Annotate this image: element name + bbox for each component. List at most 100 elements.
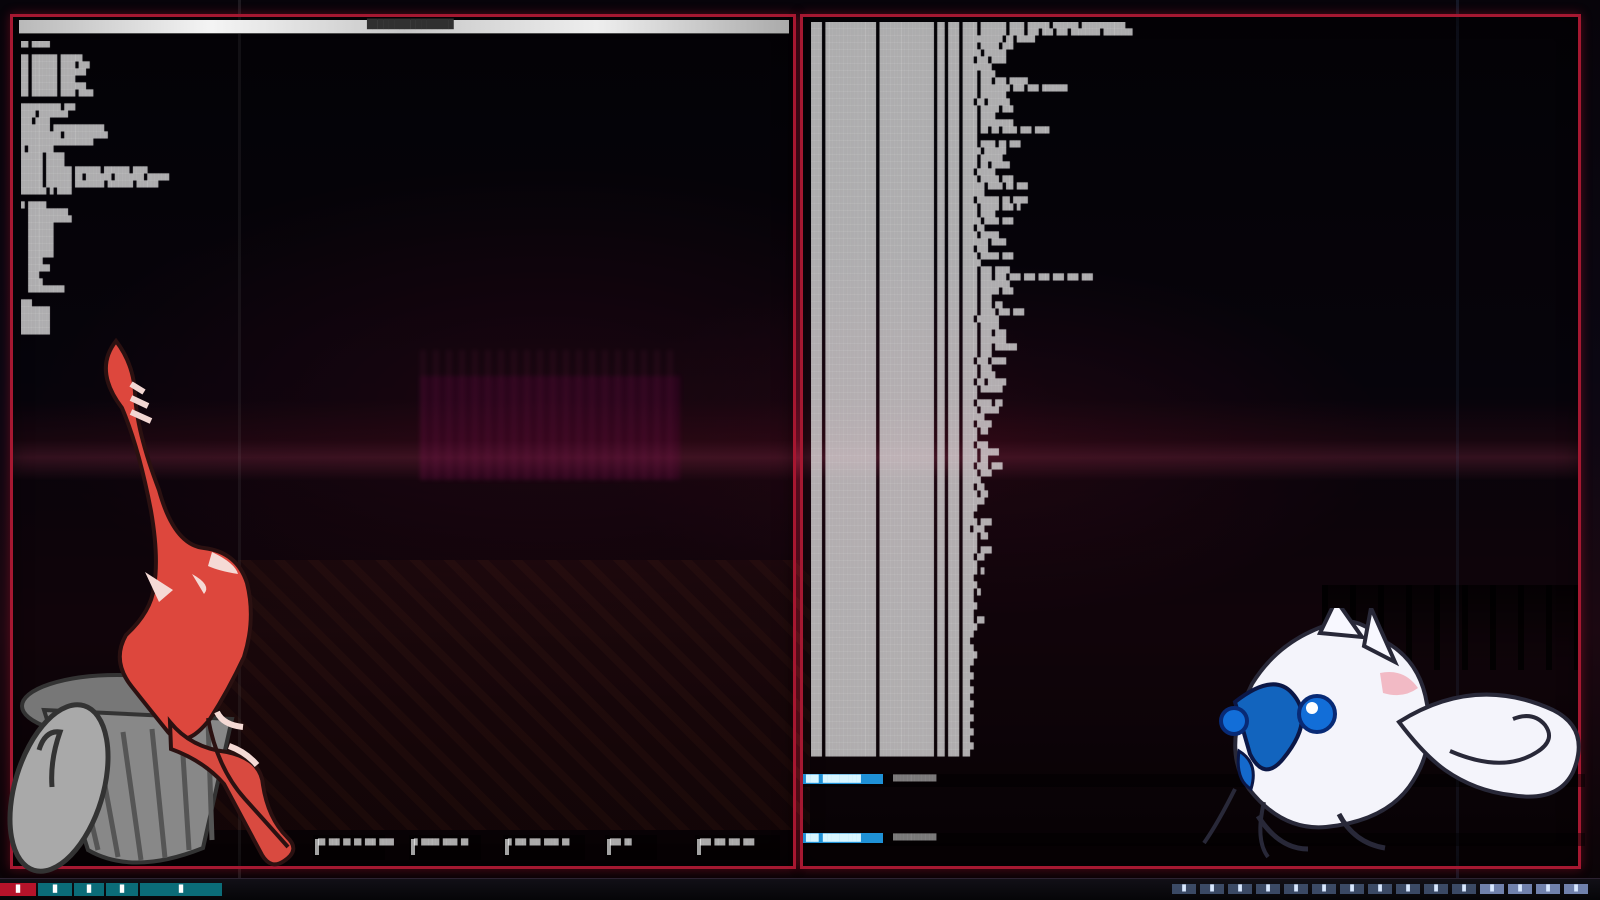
right-terminal-line: ███ ██████████████ ███████████████ ██ ██… [811,113,996,120]
left-terminal-line: ███████ [21,223,54,230]
system-monitor-widget: ███ ███ ███ ███ [695,835,780,860]
left-terminal-line: ████████ [21,321,50,328]
workspace-tab[interactable]: █ [140,883,222,896]
left-terminal-line: ██ ███████ ██████ [21,55,83,62]
right-terminal-line: ███ ██████████████ ███████████████ ██ ██… [811,470,992,477]
tray-icon[interactable]: █ [1396,884,1420,894]
left-terminal-line: ██████ ███████ ████████ ███████ ██████ [21,181,159,188]
right-terminal-line: ███ ██████████████ ███████████████ ██ ██… [811,673,974,680]
right-terminal-line: ███ ██████████████ ███████████████ ██ ██… [811,442,989,449]
bottom-taskbar: █ █ █ █ █ █ █ █ █ █ █ █ █ █ █ █ █ █ █ █ [0,878,1600,900]
left-terminal-line [21,195,791,202]
right-terminal-line: ███ ██████████████ ███████████████ ██ ██… [811,400,1003,407]
right-terminal-line: ███ ██████████████ ███████████████ ██ ██… [811,85,1068,92]
tray-icon[interactable]: █ [1284,884,1308,894]
right-terminal-line: ███ ██████████████ ███████████████ ██ ██… [811,288,1014,295]
right-terminal-line: ███ ██████████████ ███████████████ ██ ██… [811,106,1014,113]
right-terminal-line: ███ ██████████████ ███████████████ ██ ██… [811,666,970,673]
workspace-tab[interactable]: █ [106,883,138,896]
left-terminal-line: ██████ ███████ ██ ███████ ████████ █████… [21,174,170,181]
left-terminal-line: ███ ████ [21,118,50,125]
left-terminal-line: ███████ [21,230,54,237]
right-terminal-line: ███ ██████████████ ███████████████ ██ ██… [811,519,992,526]
system-monitor-widget: ██ ███ ██ ██ ███ ████ [313,835,394,860]
right-terminal-line: ███ ██████████████ ███████████████ ██ ██… [811,631,974,638]
right-terminal-line: ███ ██████████████ ███████████████ ██ ██… [811,99,1010,106]
right-terminal-line: ███ ██████████████ ███████████████ ██ ██… [811,120,1014,127]
right-terminal-line: ███ ██████████████ ███████████████ ██ ██… [811,736,970,743]
system-tray: █ █ █ █ █ █ █ █ █ █ █ █ █ █ █ [1172,884,1592,896]
left-terminal-line: ███████ █ ████ [21,188,72,195]
right-terminal-line: ███ ██████████████ ███████████████ ██ ██… [811,183,1028,190]
right-terminal-line: ███ ██████████████ ███████████████ ██ ██… [811,421,992,428]
right-terminal-line: ███ ██████████████ ███████████████ ██ ██… [811,722,970,729]
right-terminal-line: ███ ██████████████ ███████████████ ██ ██… [811,484,985,491]
right-terminal-line: ███ ██████████████ ███████████████ ██ ██… [811,463,1003,470]
tray-icon[interactable]: █ [1340,884,1364,894]
right-terminal-line: ███ ██████████████ ███████████████ ██ ██… [811,92,1007,99]
left-terminal-line: ███████████ ████████████ [21,132,108,139]
tray-icon[interactable]: █ [1312,884,1336,894]
right-terminal-line: ███ ██████████████ ███████████████ ██ ██… [811,127,1050,134]
right-terminal-line: ███ ██████████████ ███████████████ ██ ██… [811,169,996,176]
right-terminal-line: ███ ██████████████ ███████████████ ██ ██… [811,680,970,687]
tray-icon[interactable]: █ [1452,884,1476,894]
left-window-titlebar[interactable]: ████████████████ [19,20,789,34]
right-terminal-line: ███ ██████████████ ███████████████ ██ ██… [811,456,989,463]
system-monitor-widget: █ █████ ████ ██ [409,835,481,860]
right-terminal-window[interactable]: ███ ██████████████ ███████████████ ██ ██… [800,14,1585,869]
tray-icon[interactable]: █ [1536,884,1560,894]
left-terminal-line: ███████ [21,237,54,244]
left-terminal-line: ██ █████ [21,41,50,48]
right-terminal-line: ███ ██████████████ ███████████████ ██ ██… [811,547,992,554]
workspace-tab[interactable]: █ [38,883,72,896]
left-terminal-line: ████████ [21,307,50,314]
right-terminal-line: ███ ██████████████ ███████████████ ██ ██… [811,540,978,547]
system-widgets: ██ ███ ██ ██ ███ ████ █ █████ ████ ██ █ ██… [313,835,783,877]
right-terminal-line: ███ ██████████████ ███████████████ ██ ██… [811,652,978,659]
right-terminal-line: ███ ██████████████ ███████████████ ██ ██… [811,253,1014,260]
right-terminal-line: ███ ██████████████ ███████████████ ██ ██… [811,29,1133,36]
system-monitor-widget: █ ███ ███ ████ ██ [503,835,585,860]
tray-icon[interactable]: █ [1508,884,1532,894]
right-terminal-output[interactable]: ███ ██████████████ ███████████████ ██ ██… [811,22,1574,837]
tray-icon[interactable]: █ [1424,884,1448,894]
right-terminal-line: ███ ██████████████ ███████████████ ██ ██… [811,204,1021,211]
left-terminal-window[interactable]: ████████████████ ██ █████ ██ ███████ ████… [10,14,796,869]
right-terminal-line: ███ ██████████████ ███████████████ ██ ██… [811,477,981,484]
right-terminal-line: ███ ██████████████ ███████████████ ██ ██… [811,36,1035,43]
tray-icon[interactable]: █ [1368,884,1392,894]
active-workspace-tab[interactable]: █ [0,883,36,896]
right-terminal-line: ███ ██████████████ ███████████████ ██ ██… [811,505,978,512]
left-terminal-line: ██ ███████ ████ ████ [21,90,94,97]
right-terminal-line: ███ ██████████████ ███████████████ ██ ██… [811,232,999,239]
right-terminal-line: ███ ██████████████ ███████████████ ██ ██… [811,344,1017,351]
right-terminal-line: ███ ██████████████ ███████████████ ██ ██… [811,512,974,519]
terminal-status-strip: ███ █████████ ████████████ [803,774,1585,787]
right-terminal-line: ███ ██████████████ ███████████████ ██ ██… [811,568,985,575]
left-terminal-line: ████████████ [21,216,72,223]
right-terminal-line: ███ ██████████████ ███████████████ ██ ██… [811,330,1007,337]
tray-icon[interactable]: █ [1228,884,1252,894]
left-terminal-line: █ █████ [21,202,47,209]
right-terminal-line: ███ ██████████████ ███████████████ ██ ██… [811,78,1028,85]
right-terminal-line: ███ ██████████████ ███████████████ ██ ██… [811,582,978,589]
workspace-tab[interactable]: █ [74,883,104,896]
right-terminal-line: ███ ██████████████ ███████████████ ██ ██… [811,260,981,267]
right-terminal-line: ███ ██████████████ ███████████████ ██ ██… [811,267,1010,274]
left-terminal-line: ██████ █████ [21,153,65,160]
tray-icon[interactable]: █ [1256,884,1280,894]
right-terminal-line: ███ ██████████████ ███████████████ ██ ██… [811,211,996,218]
right-terminal-line: ███ ██████████████ ███████████████ ██ ██… [811,351,992,358]
tray-icon[interactable]: █ [1200,884,1224,894]
right-terminal-line: ███ ██████████████ ███████████████ ██ ██… [811,134,978,141]
right-terminal-line: ███ ██████████████ ███████████████ ██ ██… [811,701,974,708]
tray-icon[interactable]: █ [1172,884,1196,894]
right-terminal-line: ███ ██████████████ ███████████████ ██ ██… [811,589,981,596]
right-terminal-line: ███ ██████████████ ███████████████ ██ ██… [811,435,978,442]
right-terminal-line: ███ ██████████████ ███████████████ ██ ██… [811,750,970,757]
left-terminal-line: ████████ [21,328,50,335]
tray-icon[interactable]: █ [1480,884,1504,894]
left-terminal-output[interactable]: ██ █████ ██ ███████ ██████ ██ ███████ ████… [21,41,791,837]
tray-icon[interactable]: █ [1564,884,1588,894]
